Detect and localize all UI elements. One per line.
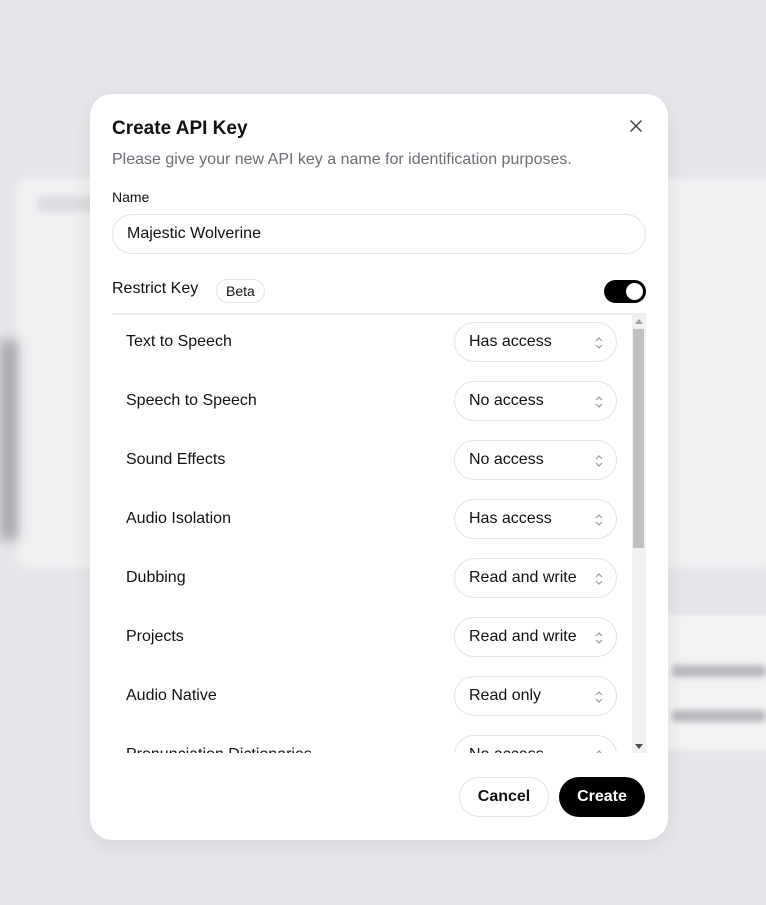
permission-row: Text to Speech Has access [112,315,632,374]
permission-row: Projects Read and write [112,610,632,669]
chevron-up-down-icon [596,750,602,753]
scrollbar[interactable] [632,315,646,753]
create-api-key-dialog: Create API Key Please give your new API … [90,94,668,840]
permission-name: Audio Isolation [126,510,231,527]
chevron-up-down-icon [595,514,603,526]
scroll-down-icon[interactable] [635,744,643,749]
background-text [38,196,98,212]
chevron-up-down-icon [595,455,603,467]
permission-row: Speech to Speech No access [112,374,632,433]
cancel-button[interactable]: Cancel [459,777,549,817]
permission-name: Dubbing [126,569,186,586]
permissions-list: Text to Speech Has access Speech to Spee… [112,315,632,753]
access-select[interactable]: Has access [454,499,617,539]
chevron-up-down-icon [595,691,603,703]
dialog-subtitle: Please give your new API key a name for … [112,151,572,168]
scrollbar-thumb[interactable] [633,329,644,548]
access-value: No access [469,746,544,753]
background-sidebar [0,340,18,540]
restrict-key-toggle[interactable] [604,280,646,303]
access-value: Has access [469,333,552,350]
chevron-up-down-icon [595,573,603,585]
background-text [672,665,766,677]
access-select[interactable]: Read and write [454,617,617,657]
access-select[interactable]: No access [454,381,617,421]
permission-name: Pronunciation Dictionaries [126,746,312,753]
permission-name: Speech to Speech [126,392,257,409]
permission-row: Audio Native Read only [112,669,632,728]
chevron-up-down-icon [595,632,603,644]
permission-name: Projects [126,628,184,645]
permission-row: Audio Isolation Has access [112,492,632,551]
close-icon[interactable] [626,116,646,136]
access-select[interactable]: No access [454,440,617,480]
chevron-up-down-icon [595,337,603,349]
access-value: No access [469,392,544,409]
beta-badge: Beta [216,279,265,303]
permission-name: Text to Speech [126,333,232,350]
permission-name: Audio Native [126,687,217,704]
toggle-knob [626,283,643,300]
permission-row: Sound Effects No access [112,433,632,492]
permission-row: Dubbing Read and write [112,551,632,610]
create-button[interactable]: Create [559,777,645,817]
background-text [672,710,766,722]
access-select[interactable]: No access [454,735,617,753]
scroll-up-icon[interactable] [635,319,643,324]
permission-row: Pronunciation Dictionaries No access [112,728,632,753]
access-value: Has access [469,510,552,527]
restrict-key-label: Restrict Key [112,280,199,297]
access-value: Read and write [469,569,577,586]
name-label: Name [112,189,150,205]
access-select[interactable]: Read and write [454,558,617,598]
access-value: Read only [469,687,542,704]
access-select[interactable]: Read only [454,676,617,716]
access-value: Read and write [469,628,577,645]
access-value: No access [469,451,544,468]
chevron-up-down-icon [595,396,603,408]
dialog-title: Create API Key [112,118,248,139]
permission-name: Sound Effects [126,451,226,468]
access-select[interactable]: Has access [454,322,617,362]
name-input[interactable] [112,214,646,254]
